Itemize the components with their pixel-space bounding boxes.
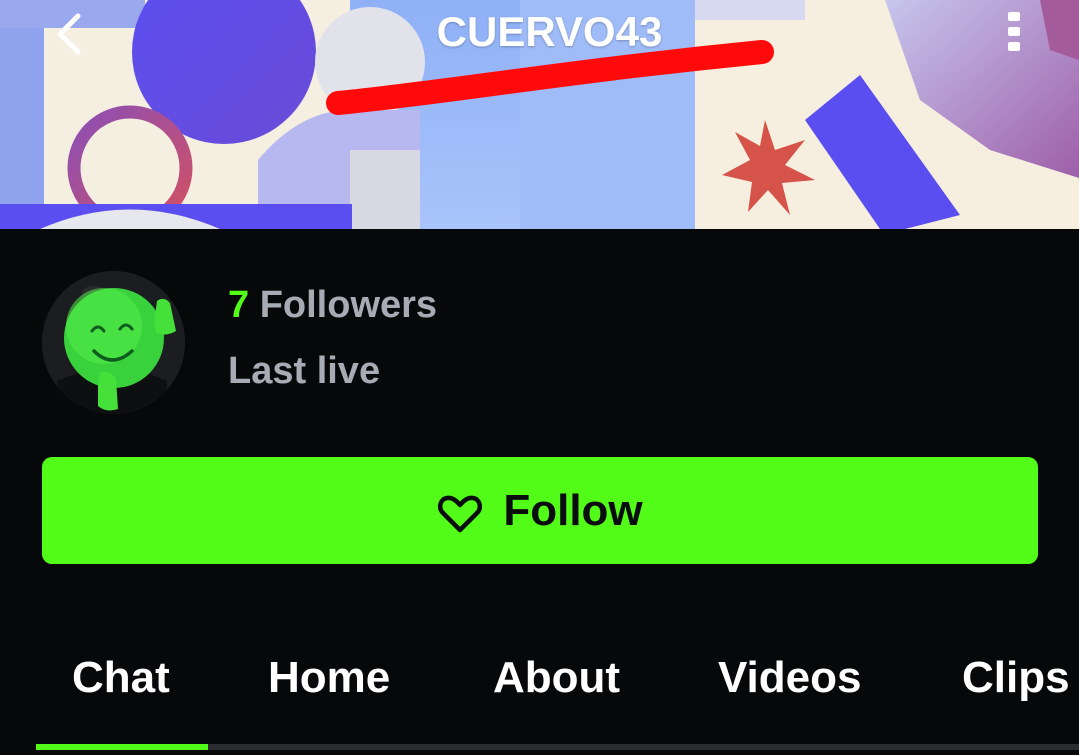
- channel-avatar[interactable]: [42, 271, 185, 414]
- last-live-label: Last live: [228, 350, 381, 392]
- green-smiley-mascot-icon: [42, 271, 185, 414]
- tab-home[interactable]: Home: [268, 653, 390, 703]
- more-options-button[interactable]: [994, 8, 1034, 56]
- tab-videos[interactable]: Videos: [718, 653, 861, 703]
- profile-banner: CUERVO43: [0, 0, 1079, 229]
- follower-count: 7: [228, 284, 250, 326]
- tab-about[interactable]: About: [493, 653, 620, 703]
- heart-outline-icon: [438, 495, 483, 532]
- more-vertical-icon: [1008, 12, 1020, 51]
- channel-title: CUERVO43: [436, 8, 663, 55]
- tab-chat[interactable]: Chat: [72, 653, 170, 703]
- channel-tabs: Chat Home About Videos Clips: [0, 640, 1079, 755]
- tab-clips[interactable]: Clips: [962, 653, 1070, 703]
- follow-button-label: Follow: [503, 485, 643, 535]
- active-tab-indicator: [36, 744, 208, 750]
- follow-button[interactable]: Follow: [42, 457, 1038, 564]
- followers-stat: 7 Followers: [228, 284, 437, 327]
- followers-label: Followers: [259, 284, 438, 326]
